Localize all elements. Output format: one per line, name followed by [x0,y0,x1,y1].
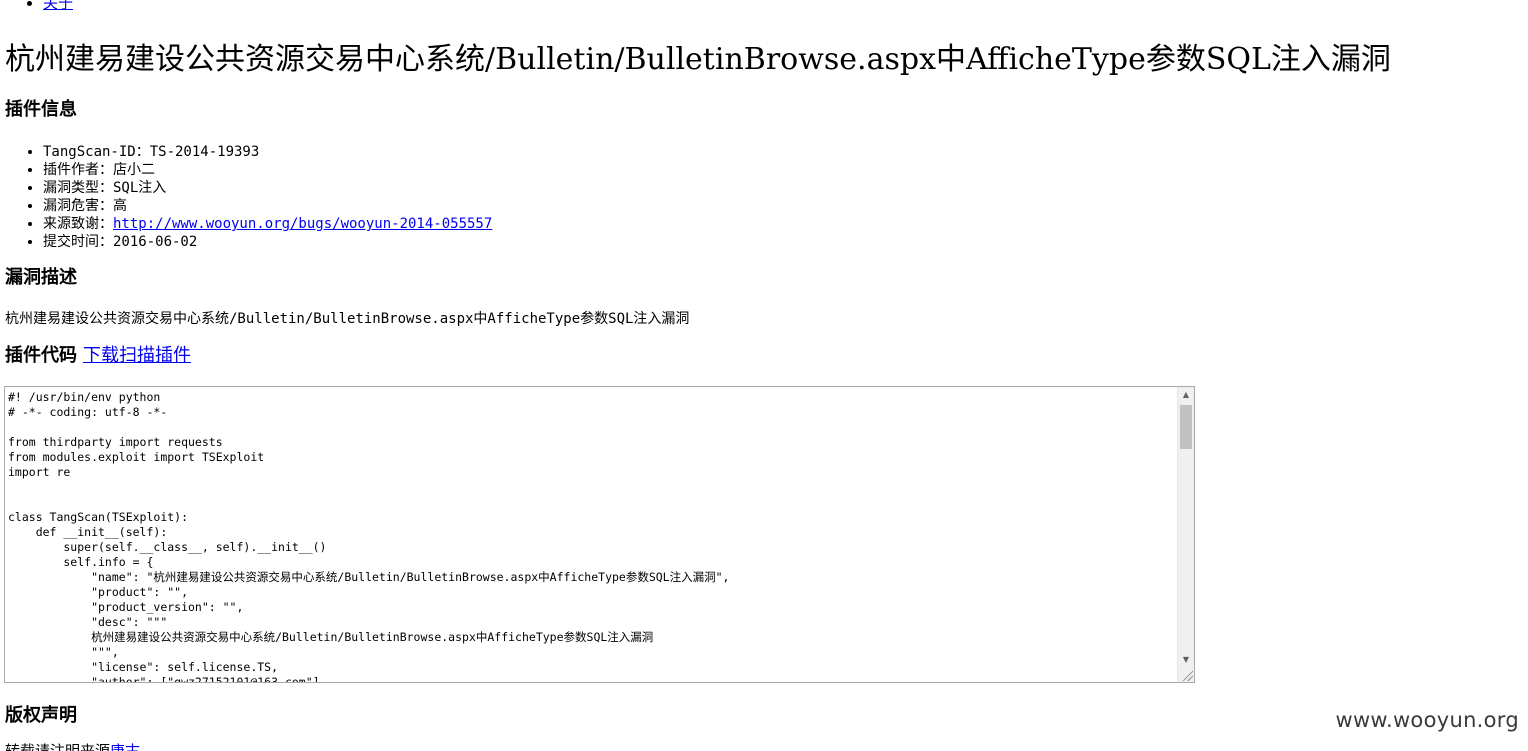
list-item: 提交时间：2016-06-02 [43,233,492,251]
plugin-info-heading: 插件信息 [5,99,77,120]
nav-item: 关于 [43,0,73,12]
plugin-code-heading: 插件代码 下载扫描插件 [5,345,191,367]
list-item: 漏洞类型：SQL注入 [43,179,492,197]
resize-grip-icon[interactable] [1181,669,1193,681]
page: 关于 杭州建易建设公共资源交易中心系统/Bulletin/BulletinBro… [0,0,1528,751]
plugin-source-code[interactable]: #! /usr/bin/env python # -*- coding: utf… [5,387,1178,682]
info-value: 店小二 [113,162,155,178]
copyright-link[interactable]: 唐古 [110,742,140,751]
vuln-desc-heading: 漏洞描述 [5,267,77,288]
copyright-heading: 版权声明 [5,705,77,726]
scroll-down-arrow-icon[interactable]: ▼ [1178,652,1194,668]
wooyun-watermark: www.wooyun.org [1335,708,1519,732]
info-value: 高 [113,198,127,214]
copyright-note: 转载请注明来源 [5,742,111,751]
code-textarea[interactable]: #! /usr/bin/env python # -*- coding: utf… [4,386,1195,683]
vuln-desc-text: 杭州建易建设公共资源交易中心系统/Bulletin/BulletinBrowse… [5,311,690,327]
scroll-up-arrow-icon[interactable]: ▲ [1178,387,1194,403]
scroll-thumb[interactable] [1180,405,1192,449]
plugin-code-heading-label: 插件代码 [5,345,77,366]
copyright-text: 转载请注明来源唐古 [5,742,140,751]
info-label: 提交时间： [43,234,113,250]
code-scrollbar[interactable]: ▲ ▼ [1177,387,1194,682]
nav-link-about[interactable]: 关于 [43,0,73,12]
info-label: 来源致谢： [43,216,113,232]
page-title: 杭州建易建设公共资源交易中心系统/Bulletin/BulletinBrowse… [5,42,1391,77]
top-nav: 关于 [0,0,73,12]
info-value: 2016-06-02 [113,234,198,250]
info-label: TangScan-ID： [43,144,150,160]
info-label: 漏洞类型： [43,180,113,196]
info-value: SQL注入 [113,180,167,196]
list-item: 插件作者：店小二 [43,161,492,179]
info-value: TS-2014-19393 [149,144,260,160]
list-item: 来源致谢：http://www.wooyun.org/bugs/wooyun-2… [43,215,492,233]
source-credit-link[interactable]: http://www.wooyun.org/bugs/wooyun-2014-0… [113,216,492,232]
info-label: 插件作者： [43,162,113,178]
list-item: 漏洞危害：高 [43,197,492,215]
plugin-info-list: TangScan-ID：TS-2014-19393 插件作者：店小二 漏洞类型：… [0,143,492,251]
info-label: 漏洞危害： [43,198,113,214]
download-plugin-link[interactable]: 下载扫描插件 [83,345,191,366]
list-item: TangScan-ID：TS-2014-19393 [43,143,492,161]
